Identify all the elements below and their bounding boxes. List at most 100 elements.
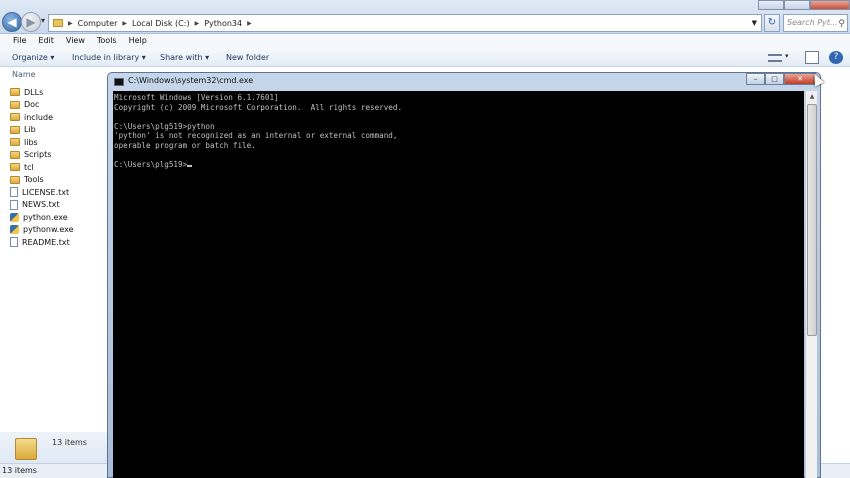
status-item-count: 13 items <box>2 466 37 475</box>
folder-icon <box>10 138 20 147</box>
console-prompt: C:\Users\plg519> <box>114 159 188 169</box>
cmd-window-controls: – □ ✕ <box>746 73 816 85</box>
console-output[interactable]: Microsoft Windows [Version 6.1.7601] Copy… <box>113 91 804 478</box>
console-line: ​ <box>114 150 803 160</box>
help-icon[interactable]: ? <box>829 51 843 64</box>
details-pane: 13 items <box>0 432 108 463</box>
menu-bar: File Edit View Tools Help <box>0 34 850 48</box>
list-item[interactable]: include <box>10 111 74 124</box>
explorer-titlebar: ◀ ▶ ▾ ▶ Computer ▶ Local Disk (C:) ▶ Pyt… <box>0 0 850 34</box>
folder-icon <box>10 100 20 109</box>
new-folder-button[interactable]: New folder <box>226 53 269 62</box>
breadcrumb-local-disk[interactable]: Local Disk (C:) <box>132 19 190 28</box>
console-prompt-line: C:\Users\plg519> <box>114 160 803 170</box>
python-exe-icon <box>10 225 19 235</box>
console-line: Copyright (c) 2009 Microsoft Corporation… <box>114 102 403 112</box>
menu-file[interactable]: File <box>7 34 32 48</box>
share-with-button[interactable]: Share with ▾ <box>160 53 209 62</box>
menu-edit[interactable]: Edit <box>32 34 60 48</box>
scroll-up-icon[interactable]: ▲ <box>806 91 818 103</box>
minimize-button[interactable]: – <box>746 73 765 85</box>
file-name: LICENSE.txt <box>22 187 70 197</box>
list-item[interactable]: python.exe <box>10 211 74 224</box>
organize-button[interactable]: Organize ▾ <box>12 53 54 62</box>
file-name: README.txt <box>22 237 70 247</box>
scroll-thumb[interactable] <box>807 104 817 336</box>
address-dropdown-icon[interactable]: ▼ <box>752 19 757 27</box>
file-list: DLLs Doc include Lib libs Scripts tcl To… <box>10 86 74 249</box>
folder-icon <box>15 438 37 460</box>
refresh-icon[interactable]: ↻ <box>764 14 780 32</box>
search-placeholder: Search Pyt... <box>787 18 838 27</box>
menu-tools[interactable]: Tools <box>91 34 123 48</box>
maximize-button[interactable]: □ <box>765 73 784 85</box>
folder-icon <box>53 19 63 27</box>
file-list-pane: Name DLLs Doc include Lib libs Scripts t… <box>0 67 108 463</box>
include-in-library-button[interactable]: Include in library ▾ <box>72 53 146 62</box>
file-name: include <box>24 112 53 122</box>
folder-icon <box>10 88 20 97</box>
address-bar[interactable]: ▶ Computer ▶ Local Disk (C:) ▶ Python34 … <box>48 14 762 32</box>
console-line: operable program or batch file. <box>114 140 256 150</box>
preview-pane-icon[interactable] <box>805 51 819 64</box>
search-input[interactable]: Search Pyt... ⚲ <box>783 14 848 32</box>
list-item[interactable]: Doc <box>10 99 74 112</box>
cmd-icon[interactable] <box>114 78 124 86</box>
file-name: Tools <box>24 175 44 185</box>
list-item[interactable]: README.txt <box>10 236 74 249</box>
maximize-button[interactable] <box>784 0 810 10</box>
file-name: Lib <box>24 125 36 135</box>
close-button[interactable] <box>810 0 850 10</box>
menu-help[interactable]: Help <box>123 34 153 48</box>
breadcrumb-python34[interactable]: Python34 <box>204 19 242 28</box>
file-name: tcl <box>24 162 34 172</box>
console-line: C:\Users\plg519>python <box>114 121 215 131</box>
breadcrumb-separator-icon[interactable]: ▶ <box>68 20 73 27</box>
name-column-header[interactable]: Name <box>12 70 36 79</box>
list-item[interactable]: libs <box>10 136 74 149</box>
file-name: Scripts <box>24 150 52 160</box>
folder-icon <box>10 113 20 122</box>
breadcrumb-separator-icon[interactable]: ▶ <box>195 20 200 27</box>
folder-icon <box>10 175 20 184</box>
search-icon[interactable]: ⚲ <box>838 16 845 32</box>
file-name: DLLs <box>24 87 44 97</box>
text-file-icon <box>10 237 18 248</box>
breadcrumb-separator-icon[interactable]: ▶ <box>247 20 252 27</box>
cmd-window[interactable]: C:\Windows\system32\cmd.exe – □ ✕ Micros… <box>107 72 821 478</box>
details-item-count: 13 items <box>52 438 87 447</box>
file-name: Doc <box>24 100 40 110</box>
explorer-window-controls <box>758 0 850 10</box>
vertical-scrollbar[interactable]: ▲ <box>805 91 817 478</box>
view-dropdown-icon[interactable]: ▾ <box>785 52 799 65</box>
text-file-icon <box>10 199 18 210</box>
command-bar: Organize ▾ Include in library ▾ Share wi… <box>0 48 850 67</box>
list-item[interactable]: tcl <box>10 161 74 174</box>
breadcrumb-separator-icon[interactable]: ▶ <box>122 20 127 27</box>
cmd-window-title: C:\Windows\system32\cmd.exe <box>128 76 254 85</box>
file-name: NEWS.txt <box>22 200 60 210</box>
console-line: Microsoft Windows [Version 6.1.7601] <box>114 93 279 102</box>
list-item[interactable]: pythonw.exe <box>10 224 74 237</box>
console-line: ​ <box>114 112 803 122</box>
view-options-icon[interactable] <box>768 54 782 62</box>
cmd-titlebar[interactable]: C:\Windows\system32\cmd.exe – □ ✕ <box>108 73 820 91</box>
breadcrumb-computer[interactable]: Computer <box>78 19 118 28</box>
list-item[interactable]: DLLs <box>10 86 74 99</box>
forward-arrow-icon[interactable]: ▶ <box>21 12 41 32</box>
desktop: ◀ ▶ ▾ ▶ Computer ▶ Local Disk (C:) ▶ Pyt… <box>0 0 850 478</box>
list-item[interactable]: NEWS.txt <box>10 199 74 212</box>
python-exe-icon <box>10 212 19 222</box>
list-item[interactable]: Tools <box>10 174 74 187</box>
recent-pages-dropdown-icon[interactable]: ▾ <box>41 16 45 25</box>
file-name: pythonw.exe <box>23 225 74 235</box>
list-item[interactable]: Lib <box>10 124 74 137</box>
list-item[interactable]: LICENSE.txt <box>10 186 74 199</box>
list-item[interactable]: Scripts <box>10 149 74 162</box>
menu-view[interactable]: View <box>60 34 91 48</box>
folder-icon <box>10 163 20 172</box>
back-arrow-icon[interactable]: ◀ <box>2 12 22 32</box>
minimize-button[interactable] <box>758 0 784 10</box>
file-name: libs <box>24 137 38 147</box>
console-line: 'python' is not recognized as an interna… <box>114 131 398 140</box>
